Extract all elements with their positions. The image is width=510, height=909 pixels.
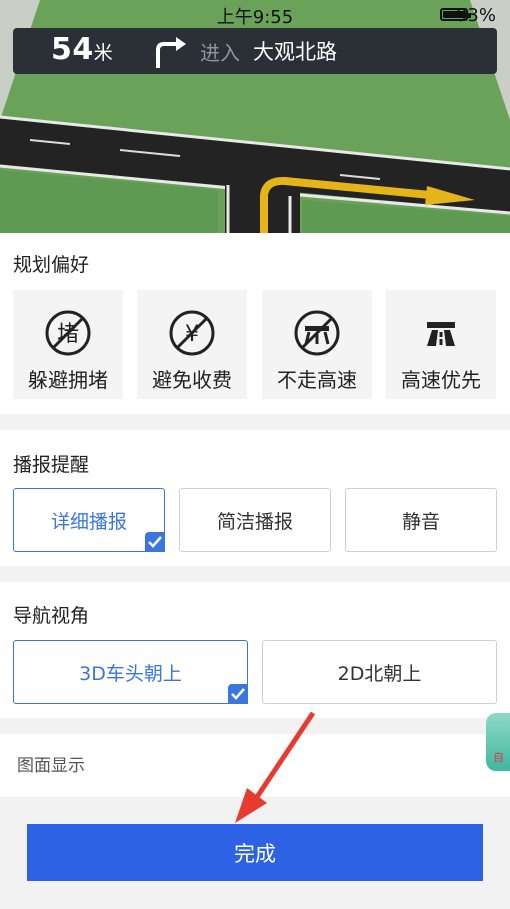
option-label: 3D车头朝上 xyxy=(79,662,182,685)
pref-label: 躲避拥堵 xyxy=(28,368,108,392)
pref-label: 高速优先 xyxy=(401,368,481,392)
nav-action-text: 进入 xyxy=(200,41,240,65)
pref-avoid-toll[interactable]: ¥ 避免收费 xyxy=(137,290,247,399)
road-name: 大观北路 xyxy=(253,40,337,64)
broadcast-concise-option[interactable]: 简洁播报 xyxy=(179,488,331,552)
status-bar: 上午9:55 93% xyxy=(0,0,510,28)
circle-yen-icon: ¥ xyxy=(167,308,217,358)
svg-text:堵: 堵 xyxy=(57,322,79,347)
turn-right-arrow-icon xyxy=(146,34,190,74)
view-2d-option[interactable]: 2D北朝上 xyxy=(262,640,497,704)
distance-readout: 54米 xyxy=(51,32,113,67)
svg-text:¥: ¥ xyxy=(185,322,199,347)
pref-no-highway[interactable]: 不走高速 xyxy=(262,290,372,399)
distance-unit: 米 xyxy=(93,42,114,64)
no-highway-icon xyxy=(292,308,342,358)
done-button[interactable]: 完成 xyxy=(27,824,483,881)
option-label: 2D北朝上 xyxy=(337,662,422,685)
broadcast-detailed-option[interactable]: 详细播报 xyxy=(13,488,165,552)
pref-label: 不走高速 xyxy=(277,368,357,392)
section-divider xyxy=(0,414,510,430)
view-options: 3D车头朝上 2D北朝上 xyxy=(13,640,497,704)
view-3d-option[interactable]: 3D车头朝上 xyxy=(13,640,248,704)
route-pref-title: 规划偏好 xyxy=(13,254,90,276)
broadcast-title: 播报提醒 xyxy=(13,454,90,476)
display-title[interactable]: 图面显示 xyxy=(17,751,85,776)
widget-label: 自 xyxy=(493,751,504,764)
check-icon xyxy=(145,532,165,552)
section-divider xyxy=(0,566,510,582)
option-label: 详细播报 xyxy=(50,510,127,533)
status-time: 上午9:55 xyxy=(216,7,294,28)
highway-icon xyxy=(416,308,466,358)
option-label: 简洁播报 xyxy=(216,510,293,533)
floating-assistant-widget[interactable]: 自 xyxy=(486,713,510,771)
view-title: 导航视角 xyxy=(13,605,90,627)
broadcast-mute-option[interactable]: 静音 xyxy=(345,488,497,552)
pref-label: 避免收费 xyxy=(152,368,232,392)
pref-highway-first[interactable]: 高速优先 xyxy=(386,290,496,399)
navigation-banner: 54米 进入 大观北路 xyxy=(13,28,497,74)
pref-avoid-congestion[interactable]: 堵 躲避拥堵 xyxy=(13,290,123,399)
broadcast-options: 详细播报 简洁播报 静音 xyxy=(13,488,497,552)
circle-du-icon: 堵 xyxy=(43,308,93,358)
distance-value: 54 xyxy=(51,32,94,67)
battery-percentage: 93% xyxy=(455,5,496,26)
option-label: 静音 xyxy=(401,510,440,533)
check-icon xyxy=(228,684,248,704)
annotation-arrow xyxy=(235,711,316,823)
